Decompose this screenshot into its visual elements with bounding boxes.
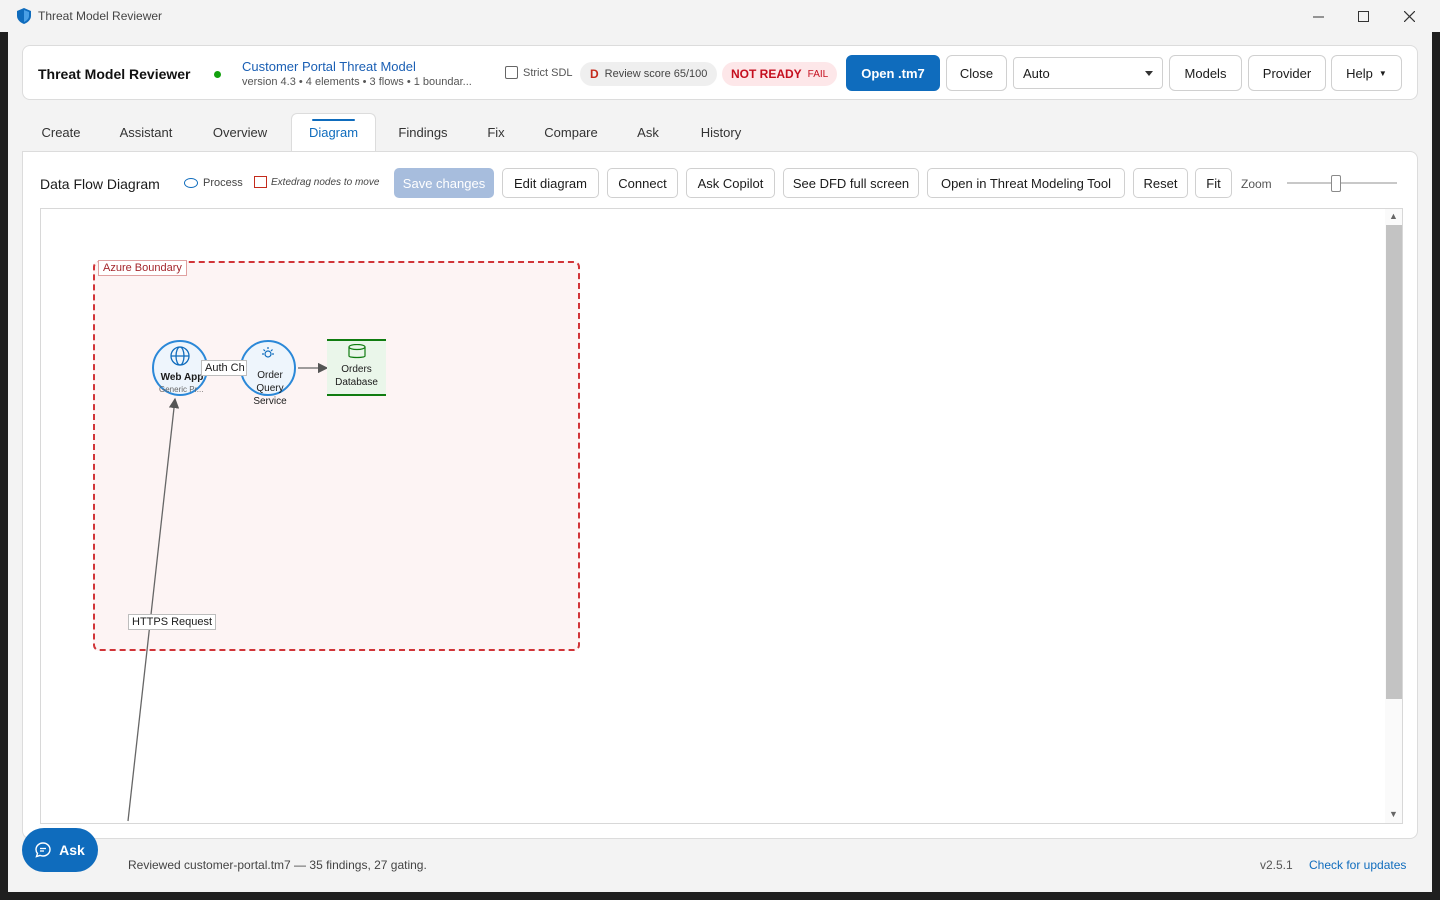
flow-lines bbox=[127, 362, 329, 822]
tab-overview[interactable]: Overview bbox=[202, 113, 278, 151]
legend-external-label: Extedrag nodes to move bbox=[271, 176, 380, 188]
order-query-label: Order Query Service bbox=[253, 370, 287, 407]
ask-label: Ask bbox=[59, 842, 85, 858]
provider-button[interactable]: Provider bbox=[1248, 55, 1326, 91]
node-web-app[interactable]: Web App Generic Pr... bbox=[152, 340, 208, 396]
open-tm7-button[interactable]: Open .tm7 bbox=[846, 55, 940, 91]
edit-diagram-button[interactable]: Edit diagram bbox=[502, 168, 599, 198]
strict-sdl-label: Strict SDL bbox=[523, 66, 573, 79]
readiness-status: FAIL bbox=[807, 68, 829, 80]
scroll-up-icon[interactable]: ▲ bbox=[1389, 211, 1398, 221]
review-score-badge: D Review score 65/100 bbox=[580, 62, 718, 86]
maximize-icon bbox=[1357, 10, 1369, 22]
provider-select-value: Auto bbox=[1023, 65, 1050, 81]
status-message: Reviewed customer-portal.tm7 — 35 findin… bbox=[128, 858, 427, 872]
minimize-icon bbox=[1312, 16, 1324, 17]
readiness-text: NOT READY bbox=[731, 67, 802, 81]
save-changes-button[interactable]: Save changes bbox=[394, 168, 494, 198]
app-name: Threat Model Reviewer bbox=[38, 66, 191, 82]
web-app-label: Web App bbox=[160, 372, 204, 383]
tab-findings[interactable]: Findings bbox=[390, 113, 456, 151]
strict-sdl-checkbox[interactable]: Strict SDL bbox=[505, 66, 573, 79]
checkbox-box[interactable] bbox=[505, 66, 518, 79]
tab-fix[interactable]: Fix bbox=[479, 113, 513, 151]
database-icon bbox=[348, 344, 366, 359]
help-button[interactable]: Help ▼ bbox=[1331, 55, 1402, 91]
connect-button[interactable]: Connect bbox=[607, 168, 678, 198]
orders-database-label: Orders Database bbox=[335, 364, 378, 388]
gear-icon bbox=[262, 347, 274, 358]
readiness-badge: NOT READY FAIL bbox=[722, 62, 838, 86]
flow-label-auth[interactable]: Auth Ch bbox=[201, 360, 247, 376]
scrollbar-thumb[interactable] bbox=[1386, 225, 1402, 699]
vertical-scrollbar[interactable]: ▲ ▼ bbox=[1385, 209, 1402, 823]
ask-floating-button[interactable]: Ask bbox=[22, 828, 98, 872]
tab-history[interactable]: History bbox=[690, 113, 752, 151]
help-label: Help bbox=[1346, 65, 1373, 81]
score-text: Review score 65/100 bbox=[604, 68, 708, 80]
zoom-label: Zoom bbox=[1241, 177, 1272, 191]
shield-icon bbox=[17, 8, 31, 24]
close-icon bbox=[1403, 10, 1415, 22]
globe-icon bbox=[170, 346, 190, 366]
diagram-canvas[interactable]: Azure Boundary Web App Generic Pr... Ord… bbox=[40, 208, 1403, 824]
process-oval-icon bbox=[184, 178, 198, 188]
minimize-button[interactable] bbox=[1295, 0, 1341, 32]
tab-ask[interactable]: Ask bbox=[629, 113, 667, 151]
scroll-down-icon[interactable]: ▼ bbox=[1389, 809, 1398, 819]
version-label: v2.5.1 bbox=[1260, 858, 1293, 872]
window-frame-right bbox=[1432, 32, 1440, 892]
external-square-icon bbox=[254, 176, 267, 188]
full-screen-button[interactable]: See DFD full screen bbox=[783, 168, 919, 198]
https-flow-line bbox=[127, 397, 180, 822]
close-window-button[interactable] bbox=[1386, 0, 1432, 32]
close-model-button[interactable]: Close bbox=[946, 55, 1007, 91]
maximize-button[interactable] bbox=[1340, 0, 1386, 32]
legend-external: Extedrag nodes to move bbox=[254, 176, 379, 188]
model-meta: version 4.3 • 4 elements • 3 flows • 1 b… bbox=[242, 76, 472, 88]
chat-icon bbox=[35, 842, 51, 858]
provider-select[interactable]: Auto bbox=[1013, 57, 1163, 89]
score-grade: D bbox=[590, 67, 599, 81]
legend-process: Process bbox=[184, 177, 243, 189]
window-title: Threat Model Reviewer bbox=[38, 9, 163, 23]
zoom-slider-thumb[interactable] bbox=[1331, 175, 1341, 192]
zoom-slider-track[interactable] bbox=[1287, 182, 1397, 184]
model-title-link[interactable]: Customer Portal Threat Model bbox=[242, 59, 416, 74]
header-bar: Threat Model Reviewer Customer Portal Th… bbox=[22, 45, 1418, 100]
title-bar: Threat Model Reviewer bbox=[0, 0, 1440, 32]
models-button[interactable]: Models bbox=[1169, 55, 1242, 91]
open-in-tmt-button[interactable]: Open in Threat Modeling Tool bbox=[927, 168, 1125, 198]
status-dot bbox=[214, 71, 221, 78]
flow-label-https[interactable]: HTTPS Request bbox=[128, 614, 217, 630]
diagram-title: Data Flow Diagram bbox=[40, 176, 160, 192]
legend-process-label: Process bbox=[203, 177, 243, 189]
window-frame-bottom bbox=[0, 892, 1440, 900]
tab-diagram[interactable]: Diagram bbox=[291, 113, 376, 151]
tab-assistant[interactable]: Assistant bbox=[110, 113, 182, 151]
reset-button[interactable]: Reset bbox=[1133, 168, 1188, 198]
tab-create[interactable]: Create bbox=[32, 113, 90, 151]
caret-down-icon: ▼ bbox=[1378, 68, 1387, 78]
fit-button[interactable]: Fit bbox=[1195, 168, 1232, 198]
web-app-sublabel: Generic Pr... bbox=[159, 385, 203, 394]
chevron-down-icon bbox=[1145, 71, 1153, 76]
diagram-panel: Data Flow Diagram Process Extedrag nodes… bbox=[22, 151, 1418, 839]
tab-compare[interactable]: Compare bbox=[536, 113, 606, 151]
node-orders-database[interactable]: Orders Database bbox=[327, 339, 386, 396]
window-frame-left bbox=[0, 32, 8, 892]
check-updates-link[interactable]: Check for updates bbox=[1309, 858, 1406, 872]
ask-copilot-button[interactable]: Ask Copilot bbox=[686, 168, 775, 198]
